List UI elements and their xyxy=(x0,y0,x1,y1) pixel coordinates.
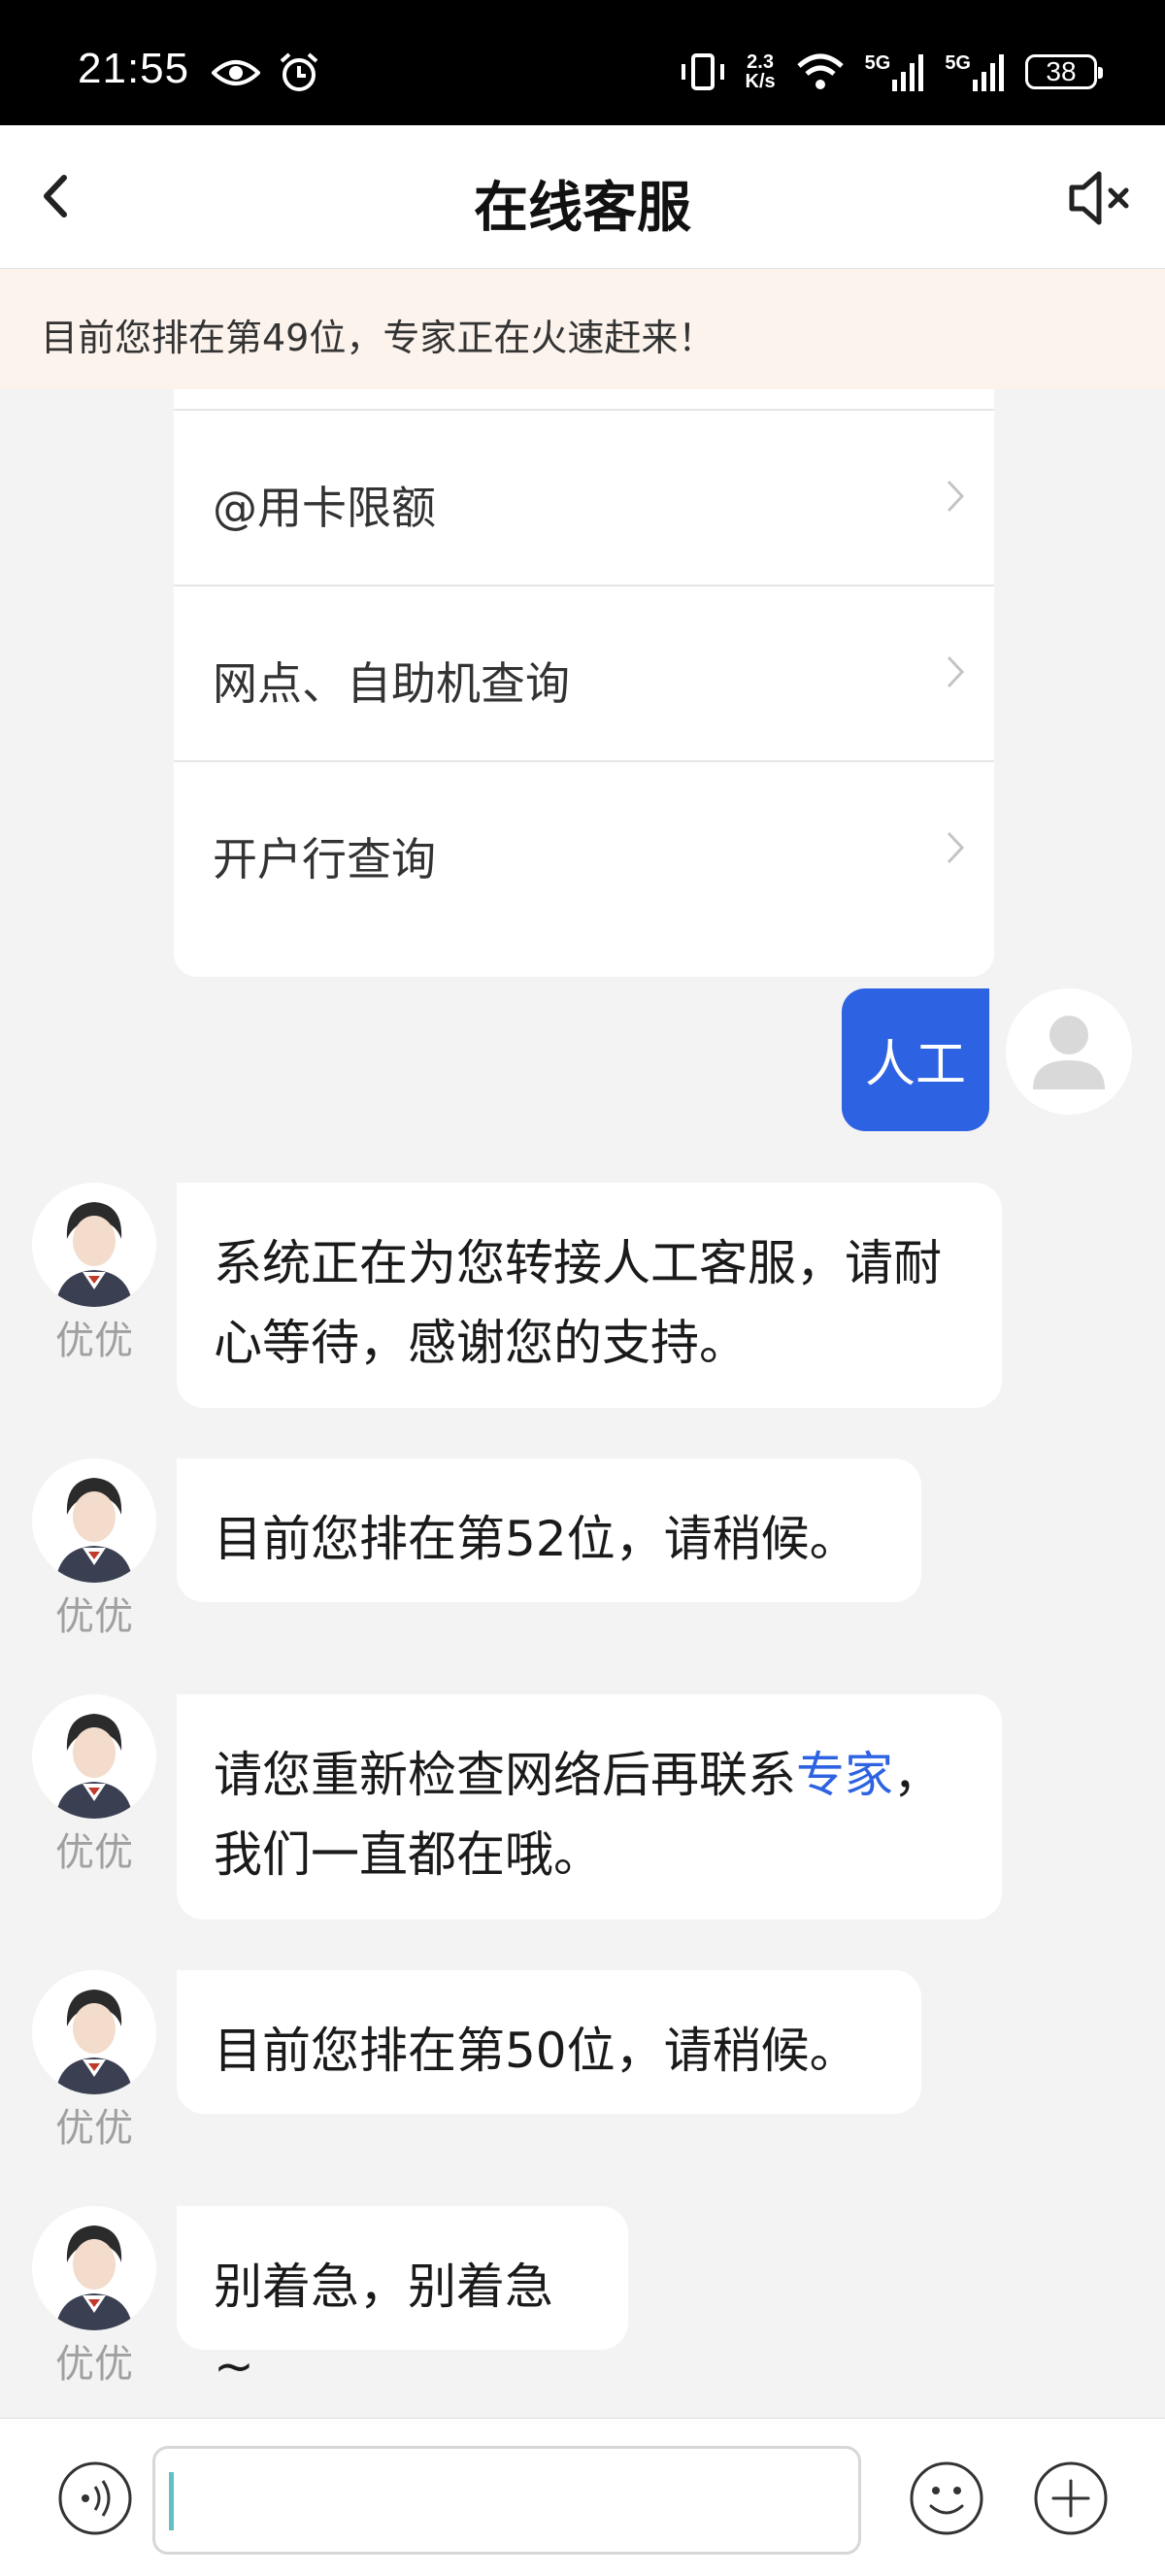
message-input[interactable] xyxy=(152,2446,861,2555)
agent-name: 优优 xyxy=(55,1594,133,1639)
expert-link[interactable]: 专家 xyxy=(796,1747,893,1803)
battery-icon: 38 xyxy=(1025,54,1103,89)
vibrate-icon xyxy=(681,53,724,90)
nav-bar: 在线客服 xyxy=(0,125,1165,269)
user-message-text: 人工 xyxy=(864,1036,966,1094)
input-bar xyxy=(0,2418,1165,2576)
emoji-icon[interactable] xyxy=(908,2459,985,2537)
agent-name: 优优 xyxy=(55,2342,133,2387)
battery-level: 38 xyxy=(1046,56,1077,86)
page-title: 在线客服 xyxy=(474,177,691,240)
queue-notice: 目前您排在第49位，专家正在火速赶来！ xyxy=(0,269,1165,389)
bot-message-text: 目前您排在第52位，请稍候。 xyxy=(214,1511,858,1567)
bot-message-bubble: 请您重新检查网络后再联系专家，我们一直都在哦。 xyxy=(177,1694,1002,1920)
signal-2: 5G xyxy=(945,52,1006,91)
quick-menu-card: @用卡限额 网点、自助机查询 开户行查询 xyxy=(174,389,994,977)
speaker-muted-icon[interactable] xyxy=(1066,166,1136,230)
chevron-right-icon xyxy=(947,831,965,864)
bot-message-text: 系统正在为您转接人工客服，请耐心等待，感谢您的支持。 xyxy=(214,1235,942,1371)
text-caret xyxy=(169,2472,174,2530)
agent-name: 优优 xyxy=(55,1830,133,1875)
agent-avatar[interactable] xyxy=(32,1458,156,1583)
signal-icon xyxy=(973,54,1004,91)
user-avatar[interactable] xyxy=(1006,988,1132,1115)
menu-item-label: 开户行查询 xyxy=(213,833,436,886)
bot-message-bubble: 别着急，别着急~ xyxy=(177,2206,628,2394)
network-speed: 2.3 K/s xyxy=(746,52,776,91)
chat-area[interactable]: @用卡限额 网点、自助机查询 开户行查询 人工 优优 系统正在为您转接人工客服，… xyxy=(0,389,1165,2418)
bot-message-bubble: 目前您排在第52位，请稍候。 xyxy=(177,1458,921,1602)
status-time: 21:55 xyxy=(78,45,190,92)
voice-icon[interactable] xyxy=(56,2459,134,2537)
status-left-icons xyxy=(212,49,320,97)
speed-value: 2.3 xyxy=(747,51,774,73)
agent-name: 优优 xyxy=(55,1319,133,1363)
agent-name: 优优 xyxy=(55,2106,133,2151)
chevron-right-icon xyxy=(947,655,965,688)
menu-item-label: @用卡限额 xyxy=(213,482,436,534)
bot-message-text: 别着急，别着急~ xyxy=(214,2258,553,2394)
agent-avatar[interactable] xyxy=(32,1183,156,1307)
bot-message-text: 目前您排在第50位，请稍候。 xyxy=(214,2023,858,2079)
status-bar: 21:55 2.3 K/s 5G 5G 38 xyxy=(0,0,1165,125)
queue-notice-text: 目前您排在第49位，专家正在火速赶来！ xyxy=(41,317,716,359)
menu-item-card-limit[interactable]: @用卡限额 xyxy=(174,409,994,585)
alarm-icon xyxy=(280,52,318,91)
net-label-1: 5G xyxy=(864,52,891,74)
plus-icon[interactable] xyxy=(1032,2459,1110,2537)
menu-item-label: 网点、自助机查询 xyxy=(213,657,570,710)
agent-avatar[interactable] xyxy=(32,1970,156,2094)
agent-avatar[interactable] xyxy=(32,2206,156,2330)
agent-avatar[interactable] xyxy=(32,1694,156,1819)
signal-1: 5G xyxy=(865,52,926,91)
chevron-right-icon xyxy=(947,480,965,513)
status-right-icons: 2.3 K/s 5G 5G 38 xyxy=(680,47,1103,97)
menu-item-opening-bank[interactable]: 开户行查询 xyxy=(174,760,994,936)
wifi-icon xyxy=(796,53,844,89)
signal-icon xyxy=(892,54,924,91)
eye-icon xyxy=(212,60,260,85)
bot-message-bubble: 系统正在为您转接人工客服，请耐心等待，感谢您的支持。 xyxy=(177,1183,1002,1408)
speed-unit: K/s xyxy=(745,71,776,92)
bot-message-text: 请您重新检查网络后再联系 xyxy=(214,1747,796,1803)
net-label-2: 5G xyxy=(945,52,971,74)
bot-message-bubble: 目前您排在第50位，请稍候。 xyxy=(177,1970,921,2114)
user-message-bubble: 人工 xyxy=(842,988,989,1131)
menu-item-branch-atm[interactable]: 网点、自助机查询 xyxy=(174,585,994,760)
